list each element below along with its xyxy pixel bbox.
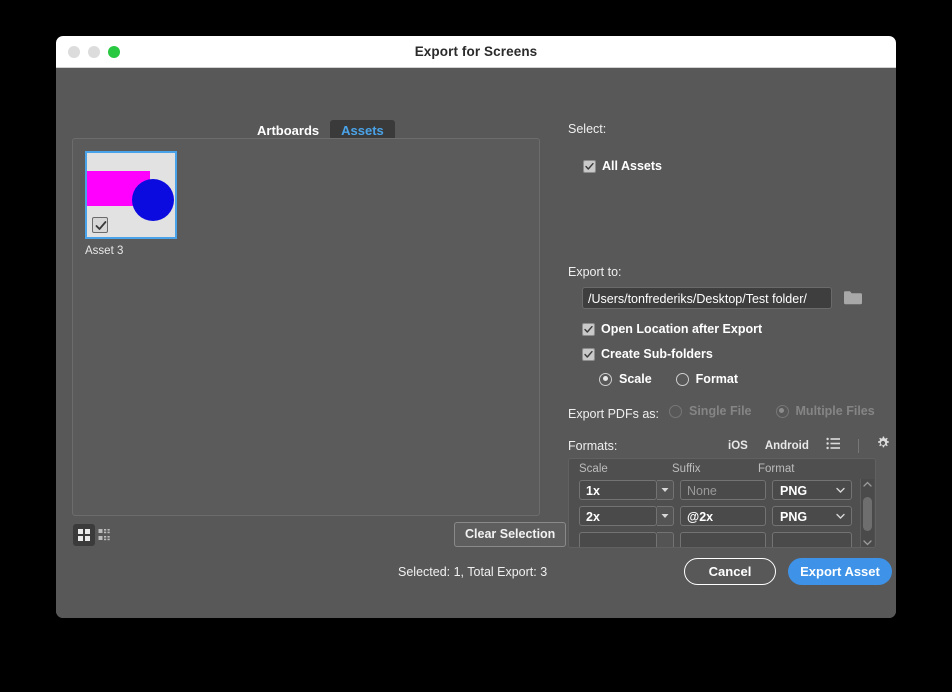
select-section-label: Select: — [568, 122, 606, 136]
formats-label: Formats: — [568, 439, 617, 453]
clear-selection-button[interactable]: Clear Selection — [454, 522, 566, 547]
scale-dropdown-button[interactable] — [657, 532, 674, 548]
all-assets-label: All Assets — [602, 159, 662, 173]
cancel-button[interactable]: Cancel — [684, 558, 776, 585]
detail-list-icon — [98, 528, 114, 542]
create-subfolders-label: Create Sub-folders — [601, 347, 713, 361]
window-title: Export for Screens — [56, 44, 896, 59]
chevron-down-icon[interactable] — [863, 540, 872, 546]
export-for-screens-dialog: Export for Screens Artboards Assets — [56, 36, 896, 618]
formats-presets-bar: iOS Android — [728, 436, 890, 455]
preset-android-button[interactable]: Android — [765, 440, 809, 452]
export-pdfs-single-file-label: Single File — [689, 404, 752, 418]
formats-list-button[interactable] — [826, 437, 841, 455]
open-location-row[interactable]: Open Location after Export — [582, 322, 762, 336]
scale-dropdown-button[interactable] — [657, 506, 674, 526]
subfolder-mode-format-radio[interactable] — [676, 373, 689, 386]
dialog-body: Artboards Assets Asset 3 — [56, 68, 896, 618]
export-path-input[interactable]: /Users/tonfrederiks/Desktop/Test folder/ — [582, 287, 832, 309]
folder-icon — [843, 289, 863, 306]
create-subfolders-row[interactable]: Create Sub-folders — [582, 347, 713, 361]
format-select-value: PNG — [780, 484, 807, 498]
all-assets-checkbox[interactable] — [583, 160, 596, 173]
asset-item-label: Asset 3 — [85, 245, 179, 257]
format-select[interactable]: PNG — [772, 480, 852, 500]
format-row: 1x None PNG ✕ — [569, 479, 875, 501]
scale-dropdown-button[interactable] — [657, 480, 674, 500]
asset-list-panel[interactable]: Asset 3 — [72, 138, 540, 516]
grid-icon — [77, 528, 91, 542]
checkmark-icon — [583, 324, 594, 335]
asset-thumbnail[interactable] — [85, 151, 177, 239]
formats-scrollbar[interactable] — [860, 479, 874, 548]
column-header-suffix: Suffix — [672, 463, 758, 475]
detail-view-button[interactable] — [95, 524, 117, 546]
checkmark-icon — [583, 349, 594, 360]
subfolder-mode-format-label: Format — [696, 372, 738, 386]
suffix-input[interactable]: @2x — [680, 506, 766, 526]
suffix-input[interactable]: None — [680, 480, 766, 500]
export-asset-button[interactable]: Export Asset — [788, 558, 892, 585]
suffix-input[interactable] — [680, 532, 766, 548]
formats-table: Scale Suffix Format 1x None PNG ✕ 2x — [568, 458, 876, 548]
format-row: 2x @2x PNG ✕ — [569, 505, 875, 527]
create-subfolders-checkbox[interactable] — [582, 348, 595, 361]
divider — [858, 439, 859, 453]
column-header-format: Format — [758, 463, 794, 475]
export-pdfs-label: Export PDFs as: — [568, 407, 659, 421]
column-header-scale: Scale — [579, 463, 672, 475]
formats-settings-button[interactable] — [876, 436, 890, 455]
subfolder-mode-scale-label: Scale — [619, 372, 652, 386]
list-icon — [826, 437, 841, 450]
chevron-up-icon[interactable] — [863, 481, 872, 487]
chevron-down-icon — [836, 487, 845, 494]
caret-down-icon — [661, 513, 669, 519]
grid-view-button[interactable] — [73, 524, 95, 546]
open-location-checkbox[interactable] — [582, 323, 595, 336]
scrollbar-thumb[interactable] — [863, 497, 872, 531]
asset-checkbox[interactable] — [92, 217, 108, 233]
all-assets-row[interactable]: All Assets — [583, 159, 662, 173]
format-row-partial — [569, 531, 875, 548]
scale-select[interactable]: 1x — [579, 480, 657, 500]
export-to-label: Export to: — [568, 265, 622, 279]
folder-browse-button[interactable] — [843, 289, 863, 311]
checkmark-icon — [94, 219, 108, 233]
scale-select[interactable] — [579, 532, 657, 548]
chevron-down-icon — [836, 513, 845, 520]
preset-ios-button[interactable]: iOS — [728, 440, 748, 452]
view-mode-toggle-group — [73, 524, 117, 546]
formats-table-header: Scale Suffix Format — [569, 459, 875, 479]
subfolder-mode-radio-group: Scale Format — [599, 372, 738, 386]
thumbnail-circle-shape — [132, 179, 174, 221]
asset-item[interactable]: Asset 3 — [85, 151, 179, 257]
caret-down-icon — [661, 487, 669, 493]
gear-icon — [876, 436, 890, 450]
export-pdfs-multiple-files-label: Multiple Files — [796, 404, 875, 418]
open-location-label: Open Location after Export — [601, 322, 762, 336]
export-pdfs-multiple-files-radio[interactable] — [776, 405, 789, 418]
format-select[interactable] — [772, 532, 852, 548]
subfolder-mode-scale-radio[interactable] — [599, 373, 612, 386]
format-select[interactable]: PNG — [772, 506, 852, 526]
scale-select[interactable]: 2x — [579, 506, 657, 526]
export-pdfs-single-file-radio[interactable] — [669, 405, 682, 418]
export-pdfs-radio-group: Single File Multiple Files — [669, 404, 875, 418]
checkmark-icon — [584, 161, 595, 172]
format-select-value: PNG — [780, 510, 807, 524]
status-text: Selected: 1, Total Export: 3 — [398, 565, 547, 579]
window-titlebar: Export for Screens — [56, 36, 896, 68]
